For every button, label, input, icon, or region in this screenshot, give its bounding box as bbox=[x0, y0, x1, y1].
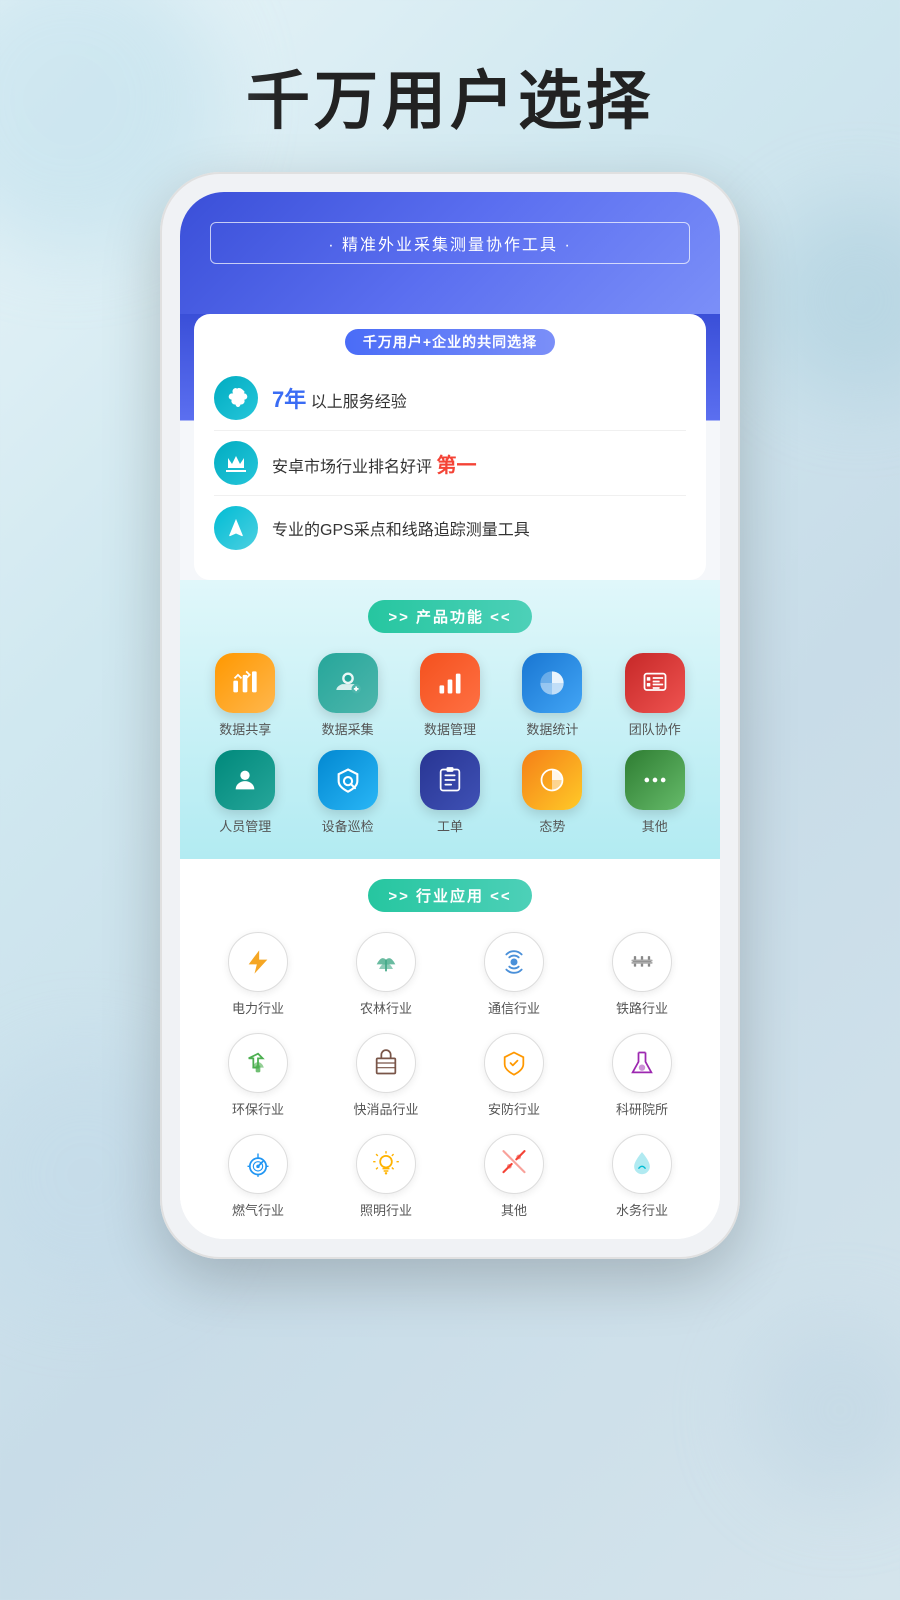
industry-item-9[interactable]: 燃气行业 bbox=[196, 1134, 320, 1219]
industry-label-2: 农林行业 bbox=[360, 998, 412, 1017]
industry-icon-5 bbox=[228, 1033, 288, 1093]
product-section-title: >> 产品功能 << bbox=[196, 600, 704, 633]
industry-item-1[interactable]: 电力行业 bbox=[196, 932, 320, 1017]
industry-label-12: 水务行业 bbox=[616, 1200, 668, 1219]
product-label-1: 数据共享 bbox=[219, 719, 271, 738]
product-icon-3 bbox=[420, 653, 480, 713]
product-item-3[interactable]: 数据管理 bbox=[401, 653, 499, 738]
industry-section: >> 行业应用 << 电力行业 bbox=[180, 859, 720, 1239]
product-icon-10 bbox=[625, 750, 685, 810]
product-label-8: 工单 bbox=[437, 816, 463, 835]
industry-icon-1 bbox=[228, 932, 288, 992]
industry-label-3: 通信行业 bbox=[488, 998, 540, 1017]
industry-item-3[interactable]: 通信行业 bbox=[452, 932, 576, 1017]
industry-icons-row1: 电力行业 农林行业 bbox=[196, 932, 704, 1017]
industry-icon-11 bbox=[484, 1134, 544, 1194]
industry-item-6[interactable]: 快消品行业 bbox=[324, 1033, 448, 1118]
product-icons-row1: 数据共享 数据采集 bbox=[196, 653, 704, 738]
product-label-10: 其他 bbox=[642, 816, 668, 835]
industry-label-11: 其他 bbox=[501, 1200, 527, 1219]
product-title-badge: >> 产品功能 << bbox=[368, 600, 531, 633]
product-item-9[interactable]: 态势 bbox=[503, 750, 601, 835]
industry-icons-row3: 燃气行业 照明行业 bbox=[196, 1134, 704, 1219]
product-label-3: 数据管理 bbox=[424, 719, 476, 738]
top-banner: · 精准外业采集测量协作工具 · bbox=[180, 192, 720, 314]
product-item-2[interactable]: 数据采集 bbox=[298, 653, 396, 738]
phone-frame: · 精准外业采集测量协作工具 · 千万用户+企业的共同选择 bbox=[160, 172, 740, 1259]
industry-item-5[interactable]: 环保行业 bbox=[196, 1033, 320, 1118]
product-label-7: 设备巡检 bbox=[322, 816, 374, 835]
product-item-7[interactable]: 设备巡检 bbox=[298, 750, 396, 835]
feature-icon-3 bbox=[214, 506, 258, 550]
product-label-2: 数据采集 bbox=[322, 719, 374, 738]
industry-icon-12 bbox=[612, 1134, 672, 1194]
industry-item-2[interactable]: 农林行业 bbox=[324, 932, 448, 1017]
product-icon-4 bbox=[522, 653, 582, 713]
product-icon-7 bbox=[318, 750, 378, 810]
phone-screen: · 精准外业采集测量协作工具 · 千万用户+企业的共同选择 bbox=[180, 192, 720, 1239]
industry-label-10: 照明行业 bbox=[360, 1200, 412, 1219]
product-section: >> 产品功能 << 数据共 bbox=[180, 580, 720, 859]
industry-icon-4 bbox=[612, 932, 672, 992]
banner-tag: · 精准外业采集测量协作工具 · bbox=[210, 222, 690, 264]
industry-label-9: 燃气行业 bbox=[232, 1200, 284, 1219]
industry-icon-8 bbox=[612, 1033, 672, 1093]
product-icon-8 bbox=[420, 750, 480, 810]
industry-label-8: 科研院所 bbox=[616, 1099, 668, 1118]
feature-text-1: 7年 以上服务经验 bbox=[272, 382, 407, 414]
feature-icon-2 bbox=[214, 441, 258, 485]
product-label-9: 态势 bbox=[539, 816, 565, 835]
product-item-4[interactable]: 数据统计 bbox=[503, 653, 601, 738]
industry-label-7: 安防行业 bbox=[488, 1099, 540, 1118]
industry-icon-3 bbox=[484, 932, 544, 992]
feature-row-1: 7年 以上服务经验 bbox=[214, 366, 686, 431]
product-icon-2 bbox=[318, 653, 378, 713]
product-item-6[interactable]: 人员管理 bbox=[196, 750, 294, 835]
product-item-5[interactable]: 团队协作 bbox=[606, 653, 704, 738]
card-subtitle: 千万用户+企业的共同选择 bbox=[345, 329, 555, 355]
product-item-10[interactable]: 其他 bbox=[606, 750, 704, 835]
industry-label-6: 快消品行业 bbox=[353, 1099, 418, 1118]
product-item-8[interactable]: 工单 bbox=[401, 750, 499, 835]
industry-label-4: 铁路行业 bbox=[616, 998, 668, 1017]
product-label-6: 人员管理 bbox=[219, 816, 271, 835]
feature-row-2: 安卓市场行业排名好评 第一 bbox=[214, 431, 686, 496]
industry-item-11[interactable]: 其他 bbox=[452, 1134, 576, 1219]
product-label-4: 数据统计 bbox=[526, 719, 578, 738]
industry-icon-10 bbox=[356, 1134, 416, 1194]
industry-icon-9 bbox=[228, 1134, 288, 1194]
industry-icons-row2: 环保行业 快消品行业 bbox=[196, 1033, 704, 1118]
industry-section-title: >> 行业应用 << bbox=[196, 879, 704, 912]
industry-label-5: 环保行业 bbox=[232, 1099, 284, 1118]
industry-label-1: 电力行业 bbox=[232, 998, 284, 1017]
feature-icon-1 bbox=[214, 376, 258, 420]
industry-item-10[interactable]: 照明行业 bbox=[324, 1134, 448, 1219]
product-icons-row2: 人员管理 设备巡检 bbox=[196, 750, 704, 835]
industry-item-7[interactable]: 安防行业 bbox=[452, 1033, 576, 1118]
product-label-5: 团队协作 bbox=[629, 719, 681, 738]
feature-text-3: 专业的GPS采点和线路追踪测量工具 bbox=[272, 516, 530, 540]
industry-item-4[interactable]: 铁路行业 bbox=[580, 932, 704, 1017]
product-icon-9 bbox=[522, 750, 582, 810]
industry-icon-2 bbox=[356, 932, 416, 992]
feature-text-2: 安卓市场行业排名好评 第一 bbox=[272, 449, 476, 478]
industry-title-badge: >> 行业应用 << bbox=[368, 879, 531, 912]
industry-icon-6 bbox=[356, 1033, 416, 1093]
product-item-1[interactable]: 数据共享 bbox=[196, 653, 294, 738]
industry-item-8[interactable]: 科研院所 bbox=[580, 1033, 704, 1118]
product-icon-1 bbox=[215, 653, 275, 713]
product-icon-6 bbox=[215, 750, 275, 810]
industry-item-12[interactable]: 水务行业 bbox=[580, 1134, 704, 1219]
industry-icon-7 bbox=[484, 1033, 544, 1093]
feature-row-3: 专业的GPS采点和线路追踪测量工具 bbox=[214, 496, 686, 560]
product-icon-5 bbox=[625, 653, 685, 713]
